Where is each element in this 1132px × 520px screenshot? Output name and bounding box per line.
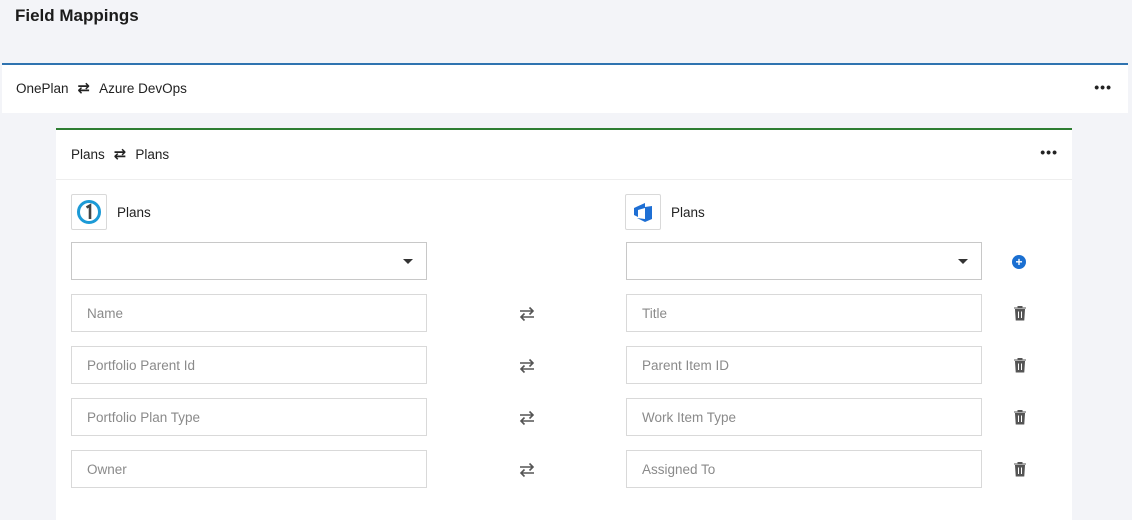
swap-arrows-icon	[519, 358, 535, 374]
left-field-name[interactable]: Portfolio Plan Type	[71, 398, 427, 436]
integration-source: OnePlan	[16, 81, 69, 96]
swap-arrows-icon	[519, 306, 535, 322]
right-field-name[interactable]: Work Item Type	[626, 398, 982, 436]
swap-arrows-icon	[519, 410, 535, 426]
oneplan-logo-icon	[71, 194, 107, 230]
sync-arrows-icon: ⇄	[113, 146, 127, 163]
mapping-more-button[interactable]: •••	[1040, 144, 1058, 160]
integration-target: Azure DevOps	[99, 81, 187, 96]
right-field-select[interactable]	[626, 242, 982, 280]
azure-devops-logo-icon	[625, 194, 661, 230]
integration-more-button[interactable]: •••	[1094, 79, 1112, 95]
right-system-label: Plans	[671, 204, 705, 220]
right-field-name[interactable]: Assigned To	[626, 450, 982, 488]
left-field-name[interactable]: Owner	[71, 450, 427, 488]
left-system-head: Plans	[71, 194, 151, 230]
chevron-down-icon	[403, 259, 413, 264]
integration-title: OnePlan ⇄ Azure DevOps	[16, 81, 187, 96]
left-system-label: Plans	[117, 204, 151, 220]
integration-card: OnePlan ⇄ Azure DevOps •••	[2, 63, 1128, 113]
trash-icon[interactable]	[1012, 409, 1028, 425]
mapping-title: Plans ⇄ Plans	[71, 147, 169, 162]
add-mapping-button[interactable]: +	[1012, 255, 1026, 269]
right-field-name[interactable]: Parent Item ID	[626, 346, 982, 384]
mapping-target: Plans	[135, 147, 170, 162]
mapping-card: Plans ⇄ Plans ••• Plans Plans + Name Tit…	[56, 128, 1072, 520]
right-field-name[interactable]: Title	[626, 294, 982, 332]
left-field-select[interactable]	[71, 242, 427, 280]
left-field-name[interactable]: Name	[71, 294, 427, 332]
trash-icon[interactable]	[1012, 461, 1028, 477]
mapping-header: Plans ⇄ Plans •••	[56, 130, 1072, 180]
mapping-source: Plans	[71, 147, 105, 162]
swap-arrows-icon	[519, 462, 535, 478]
right-system-head: Plans	[625, 194, 705, 230]
page-title: Field Mappings	[15, 6, 139, 25]
chevron-down-icon	[958, 259, 968, 264]
trash-icon[interactable]	[1012, 305, 1028, 321]
sync-arrows-icon: ⇄	[77, 80, 91, 97]
trash-icon[interactable]	[1012, 357, 1028, 373]
left-field-name[interactable]: Portfolio Parent Id	[71, 346, 427, 384]
